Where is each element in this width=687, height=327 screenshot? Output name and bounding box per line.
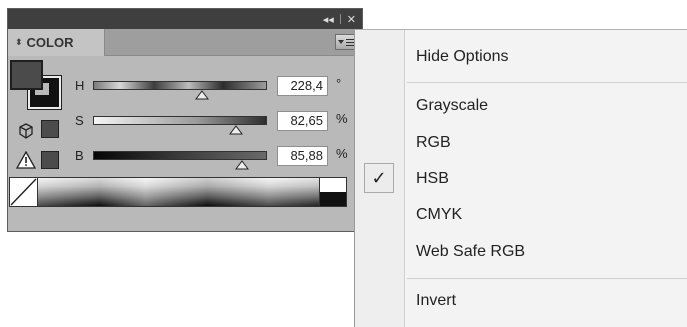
- saturation-slider-track[interactable]: [93, 116, 267, 135]
- menu-lines-icon: [346, 38, 354, 46]
- menu-separator: [407, 278, 687, 279]
- black-white-swatch[interactable]: [319, 178, 346, 206]
- menu-separator: [407, 82, 687, 83]
- menu-item-hide-options[interactable]: Hide Options: [416, 45, 509, 69]
- saturation-unit: %: [336, 111, 348, 126]
- hsb-check-mark: ✓: [364, 163, 394, 193]
- spectrum-gradient[interactable]: [38, 178, 346, 206]
- hue-label: H: [75, 78, 85, 93]
- menu-item-hsb[interactable]: HSB: [416, 167, 449, 191]
- hue-unit: °: [336, 76, 342, 91]
- menu-item-rgb[interactable]: RGB: [416, 131, 451, 155]
- panel-flyout-menu: Hide Options Grayscale RGB ✓ HSB CMYK We…: [354, 29, 687, 327]
- print-gamut-swatch[interactable]: [41, 151, 59, 169]
- tab-color[interactable]: ⬍ COLOR: [8, 29, 105, 56]
- brightness-slider-track[interactable]: [93, 151, 267, 170]
- warning-icon[interactable]: [16, 151, 36, 169]
- top-strip: [363, 8, 687, 30]
- brightness-unit: %: [336, 146, 348, 161]
- brightness-label: B: [75, 148, 84, 163]
- hue-slider-track[interactable]: [93, 81, 267, 100]
- menu-triangle-icon: [338, 40, 344, 44]
- tab-color-label: COLOR: [26, 35, 74, 50]
- expand-arrows-icon[interactable]: ⬍: [15, 37, 23, 48]
- web-safe-color-swatch[interactable]: [41, 120, 59, 138]
- panel-titlebar[interactable]: ◂◂ ✕: [8, 9, 362, 29]
- brightness-value-input[interactable]: 85,88: [277, 146, 328, 166]
- menu-item-grayscale[interactable]: Grayscale: [416, 94, 488, 118]
- none-color-swatch[interactable]: [10, 178, 38, 206]
- none-slash-icon: [10, 178, 37, 206]
- fill-swatch[interactable]: [10, 60, 43, 90]
- menu-item-invert[interactable]: Invert: [416, 289, 456, 313]
- saturation-label: S: [75, 113, 84, 128]
- out-of-web-gamut-icon[interactable]: [18, 123, 34, 139]
- menu-item-web-safe-rgb[interactable]: Web Safe RGB: [416, 240, 525, 264]
- collapse-icon[interactable]: ◂◂: [323, 13, 334, 26]
- titlebar-divider: [339, 14, 341, 24]
- color-spectrum-ramp[interactable]: [9, 177, 347, 207]
- close-icon[interactable]: ✕: [347, 13, 356, 26]
- menu-item-cmyk[interactable]: CMYK: [416, 203, 462, 227]
- panel-tab-row: ⬍ COLOR: [8, 29, 362, 56]
- hue-value-input[interactable]: 228,4: [277, 76, 328, 96]
- saturation-value-input[interactable]: 82,65: [277, 111, 328, 131]
